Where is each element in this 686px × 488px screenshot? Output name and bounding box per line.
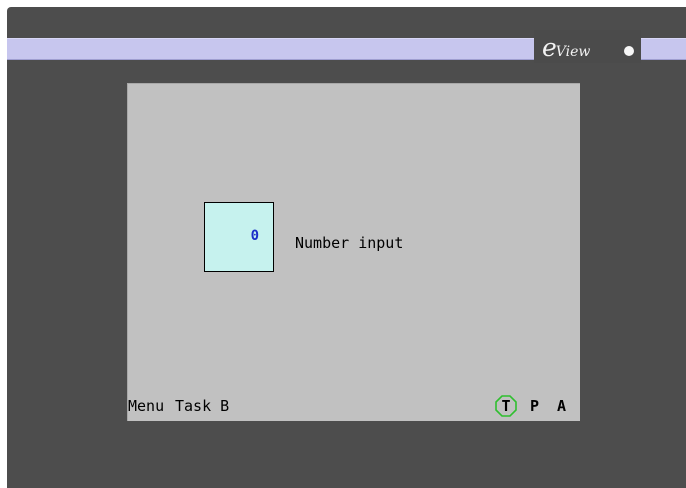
status-p-indicator[interactable]: P [530,397,539,415]
status-t-indicator[interactable]: T [495,395,517,417]
brand-wordmark: eView [542,35,590,60]
menu-button[interactable]: Menu [128,397,164,415]
status-t-label: T [501,397,511,415]
number-input-field[interactable]: 0 [204,202,274,272]
number-input-value: 0 [250,228,259,244]
status-a-indicator[interactable]: A [557,397,566,415]
brand-name: View [555,44,591,60]
brand-mark: e [542,33,557,62]
brand-logo: eView [534,30,641,63]
number-input-label: Number input [295,234,404,252]
task-label: Task B [175,397,230,415]
power-led-icon [624,46,634,56]
hmi-screen: 0 Number input Menu Task B T P A [127,83,580,421]
